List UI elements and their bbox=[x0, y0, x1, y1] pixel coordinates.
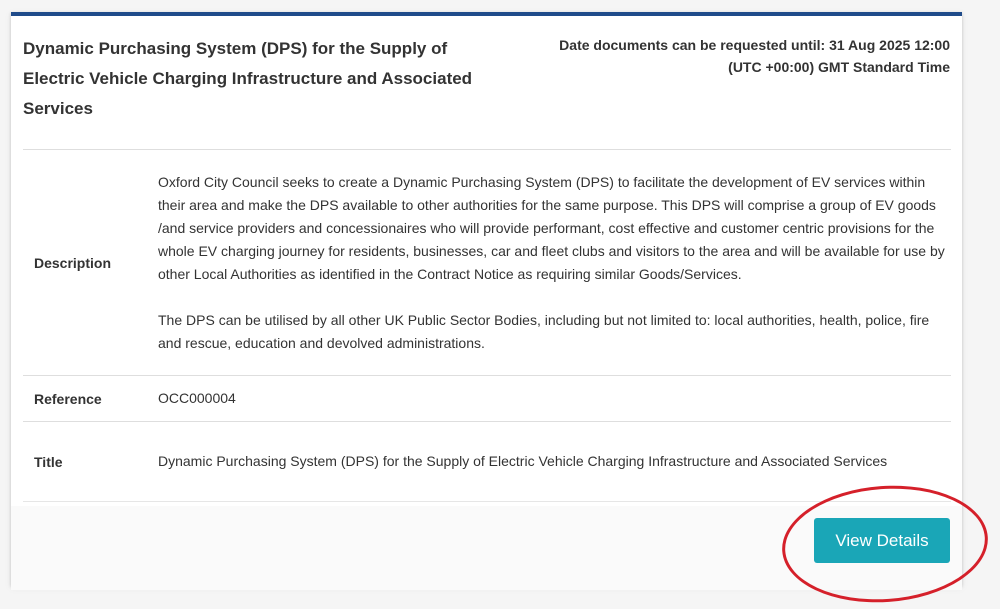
table-row: Description Oxford City Council seeks to… bbox=[23, 149, 951, 376]
description-paragraph: The DPS can be utilised by all other UK … bbox=[158, 311, 930, 351]
tender-title: Dynamic Purchasing System (DPS) for the … bbox=[23, 39, 473, 118]
description-paragraph: Oxford City Council seeks to create a Dy… bbox=[158, 173, 945, 282]
card-header: Dynamic Purchasing System (DPS) for the … bbox=[11, 16, 962, 146]
deadline-timezone: (UTC +00:00) GMT Standard Time bbox=[728, 59, 950, 75]
table-row: Title Dynamic Purchasing System (DPS) fo… bbox=[23, 421, 951, 502]
description-label: Description bbox=[23, 149, 158, 376]
table-row: Reference OCC000004 bbox=[23, 375, 951, 422]
view-details-button[interactable]: View Details bbox=[814, 518, 950, 563]
tender-details-table: Description Oxford City Council seeks to… bbox=[23, 149, 951, 502]
reference-value: OCC000004 bbox=[158, 375, 951, 422]
deadline-date: Date documents can be requested until: 3… bbox=[559, 37, 950, 53]
title-value: Dynamic Purchasing System (DPS) for the … bbox=[158, 421, 951, 502]
request-deadline: Date documents can be requested until: 3… bbox=[510, 34, 950, 78]
tender-card: Dynamic Purchasing System (DPS) for the … bbox=[11, 12, 962, 590]
description-value: Oxford City Council seeks to create a Dy… bbox=[158, 149, 951, 376]
title-label: Title bbox=[23, 421, 158, 502]
reference-label: Reference bbox=[23, 375, 158, 422]
